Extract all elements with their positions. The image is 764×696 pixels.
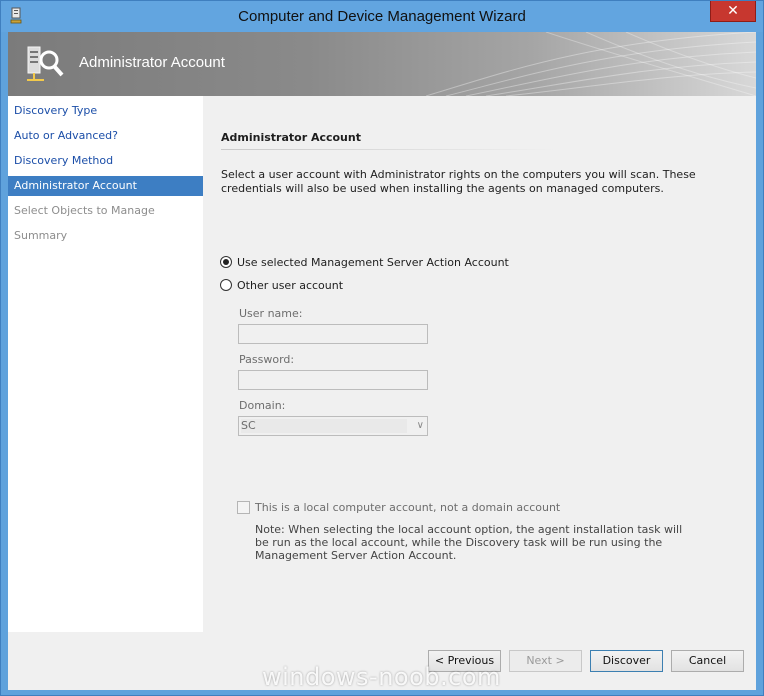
window-title: Computer and Device Management Wizard xyxy=(238,8,526,25)
radio-button-unchecked[interactable] xyxy=(220,279,232,291)
title-bar[interactable]: Computer and Device Management Wizard ✕ xyxy=(1,1,763,32)
content-pane: Administrator Account Select a user acco… xyxy=(203,96,756,632)
banner-swoosh-graphic xyxy=(426,32,756,96)
nav-item-select-objects: Select Objects to Manage xyxy=(14,204,155,217)
radio-action-account-label[interactable]: Use selected Management Server Action Ac… xyxy=(237,256,509,269)
domain-select[interactable]: SC ∨ xyxy=(238,416,428,436)
cancel-button[interactable]: Cancel xyxy=(671,650,744,672)
discover-button[interactable]: Discover xyxy=(590,650,663,672)
wizard-window: Computer and Device Management Wizard ✕ … xyxy=(0,0,764,696)
local-account-checkbox-label[interactable]: This is a local computer account, not a … xyxy=(255,501,560,514)
radio-button-checked[interactable] xyxy=(220,256,232,268)
password-label: Password: xyxy=(239,353,295,366)
domain-label: Domain: xyxy=(239,399,286,412)
close-button[interactable]: ✕ xyxy=(710,1,756,22)
site-watermark: windows-noob.com xyxy=(262,663,501,691)
wizard-client-area: Administrator Account Discovery Type Aut… xyxy=(8,32,756,690)
wizard-step-list: Discovery Type Auto or Advanced? Discove… xyxy=(8,96,203,632)
local-account-note: Note: When selecting the local account o… xyxy=(255,523,683,562)
nav-item-auto-or-advanced[interactable]: Auto or Advanced? xyxy=(8,126,203,146)
password-field[interactable] xyxy=(238,370,428,390)
username-label: User name: xyxy=(239,307,303,320)
header-banner: Administrator Account xyxy=(8,32,756,96)
server-search-icon xyxy=(27,46,64,81)
radio-action-account[interactable]: Use selected Management Server Action Ac… xyxy=(220,254,509,270)
section-divider xyxy=(221,149,557,150)
domain-selected-value: SC xyxy=(241,419,407,433)
local-account-checkbox-row[interactable]: This is a local computer account, not a … xyxy=(237,501,560,514)
username-field[interactable] xyxy=(238,324,428,344)
description-text: Select a user account with Administrator… xyxy=(221,168,696,195)
radio-other-account-label[interactable]: Other user account xyxy=(237,279,343,292)
chevron-down-icon[interactable]: ∨ xyxy=(417,417,424,435)
nav-item-administrator-account[interactable]: Administrator Account xyxy=(8,176,203,196)
section-title: Administrator Account xyxy=(221,131,361,144)
nav-item-discovery-method[interactable]: Discovery Method xyxy=(8,151,203,171)
radio-other-account[interactable]: Other user account xyxy=(220,277,343,293)
nav-item-discovery-type[interactable]: Discovery Type xyxy=(8,101,203,121)
nav-item-summary: Summary xyxy=(14,229,68,242)
banner-title: Administrator Account xyxy=(79,54,225,71)
local-account-checkbox[interactable] xyxy=(237,501,250,514)
next-button[interactable]: Next > xyxy=(509,650,582,672)
